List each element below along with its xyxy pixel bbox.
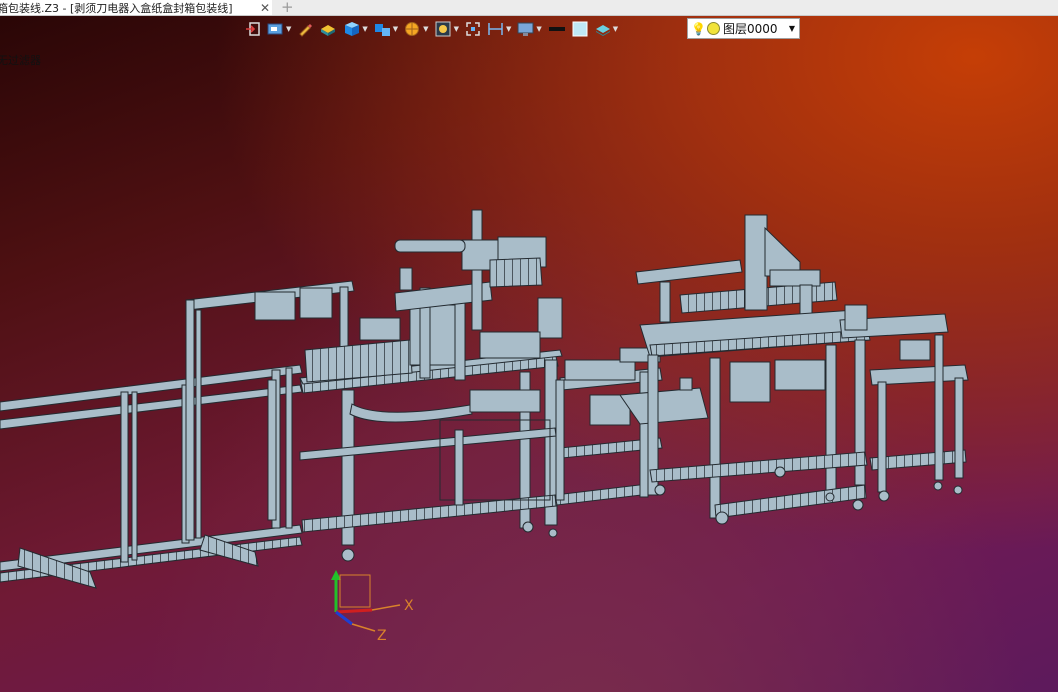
tab-bar: 箱包装线.Z3 - [剥须刀电器入盒纸盒封箱包装线] ✕ + [0,0,1058,16]
exit-sketch-icon [246,22,260,36]
z-axis-label: Z [377,628,387,644]
shaded-view-icon [321,25,336,36]
sketch-button[interactable] [296,19,314,39]
shaded-view-button[interactable] [318,19,338,39]
x-axis-label: X [404,598,414,614]
middle-station-frame [554,347,709,506]
fill-color-button[interactable] [571,19,589,39]
close-icon[interactable]: ✕ [258,1,272,15]
render-mode-button[interactable]: ▼ [403,19,429,39]
layer-select[interactable]: 💡 图层0000 ▼ [687,18,800,39]
display-settings-icon [517,22,534,36]
plus-icon[interactable]: + [281,0,294,16]
fit-view-button[interactable] [464,19,482,39]
right-station-frame [635,214,969,525]
chevron-down-icon: ▼ [612,25,619,33]
layer-value: 图层0000 [723,22,778,36]
fill-color-icon [572,21,588,37]
chevron-down-icon: ▼ [286,25,292,33]
conveyor-rails [0,364,303,589]
view-orientation-icon [374,24,390,36]
display-settings-button[interactable]: ▼ [516,19,542,39]
filter-label[interactable]: 无过滤器 [0,52,41,68]
chevron-down-icon: ▼ [362,25,368,33]
document-tab-title: 箱包装线.Z3 - [剥须刀电器入盒纸盒封箱包装线] [0,1,233,15]
dimension-icon [488,23,503,35]
render-mode-icon [405,22,420,36]
cube-button[interactable]: ▼ [342,19,368,39]
chevron-down-icon: ▼ [423,25,429,33]
view-manager-button[interactable]: ▼ [266,19,292,39]
dimension-button[interactable]: ▼ [486,19,512,39]
first-station-frame [185,209,563,562]
line-color-icon [548,27,565,31]
line-color-button[interactable] [547,19,567,39]
chevron-down-icon[interactable]: ▼ [785,24,799,33]
view-toolbar: ▼ ▼ ▼ ▼ ▼ ▼ ▼ ▼ [244,18,619,40]
document-tab[interactable]: 箱包装线.Z3 - [剥须刀电器入盒纸盒封箱包装线] ✕ [0,0,272,15]
fit-view-icon [466,22,480,36]
view-manager-icon [267,23,283,35]
chevron-down-icon: ▼ [392,25,399,33]
3d-viewport[interactable]: X Z 无过滤器 [0,16,1058,692]
lightbulb-icon[interactable]: 💡 [691,22,706,36]
assembly-model[interactable]: X Z [0,16,1058,692]
coordinate-triad: X Z [331,570,414,644]
view-orientation-button[interactable]: ▼ [373,19,399,39]
cube-icon [345,22,360,36]
chevron-down-icon: ▼ [505,25,512,33]
exit-sketch-button[interactable] [244,19,262,39]
zoom-button[interactable]: ▼ [434,19,460,39]
zoom-icon [435,21,451,37]
chevron-down-icon: ▼ [453,25,459,33]
layer-style-button[interactable]: ▼ [593,19,619,39]
pencil-icon [299,24,313,37]
chevron-down-icon: ▼ [536,25,542,33]
layer-style-icon [595,25,610,36]
layer-color-dot [707,22,720,35]
